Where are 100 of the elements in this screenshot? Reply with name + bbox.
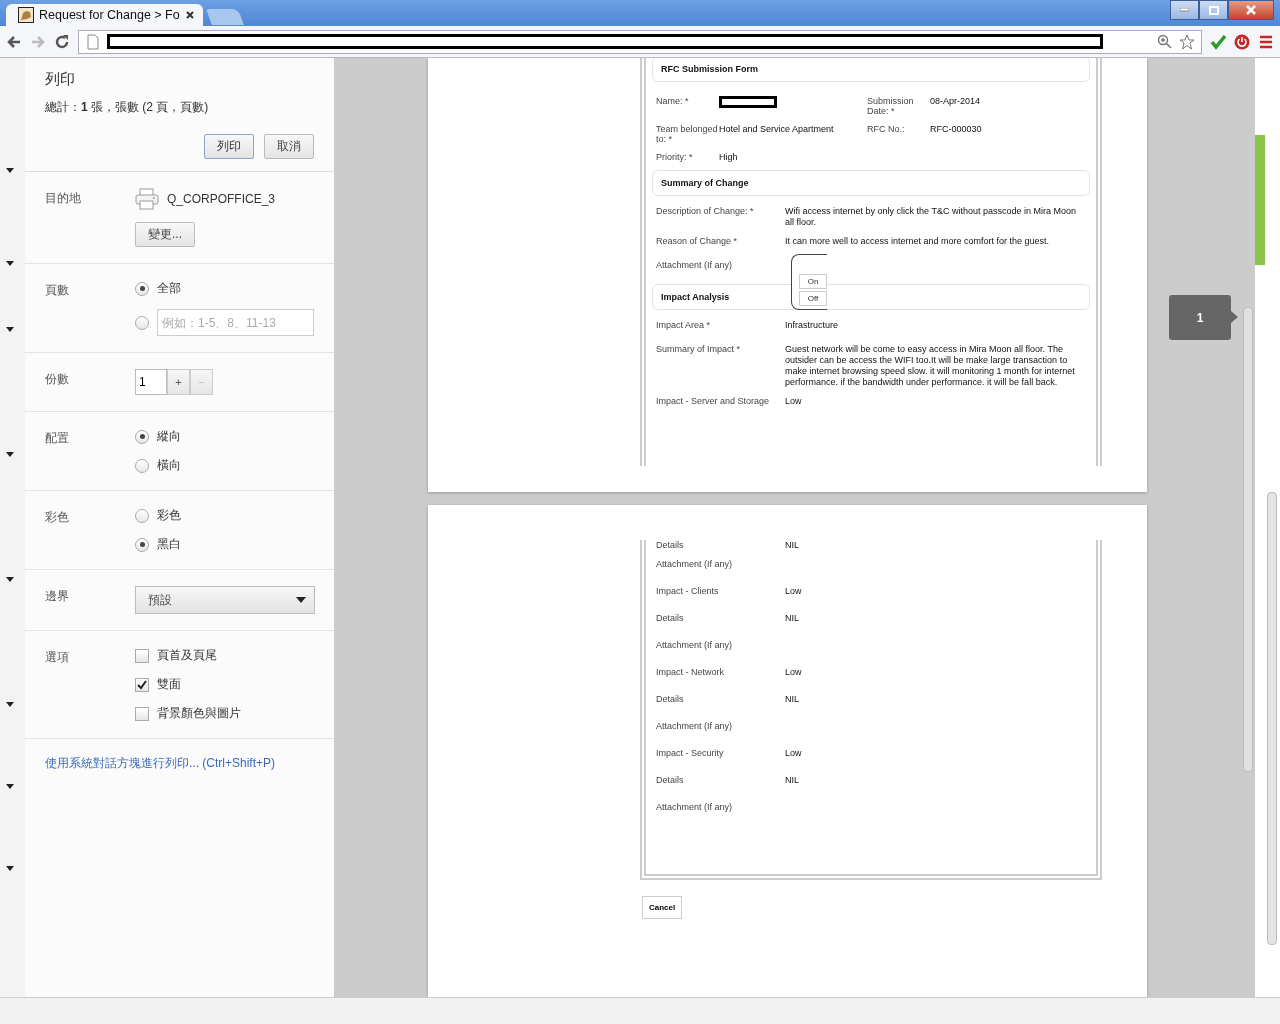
field-label: Impact - Server and Storage [656, 396, 771, 408]
section-label: 頁數 [45, 282, 70, 299]
field-value: Guest network will be come to easy access in Mira Moon all floor. The outsider can be access the WIFI too.It will be make large transaction to make internet browsing speed slow. it will monitoring 1 month for internet performance. if the bandwidth under performance. it will be fall back. [785, 344, 1075, 387]
field-label: Priority: * [656, 152, 694, 162]
radio-button[interactable] [135, 429, 149, 444]
field-label: Details [656, 775, 685, 787]
margins-dropdown[interactable]: 預設 [135, 586, 315, 614]
field-value: Wifi access internet by only click the T&C without passcode in Mira Moon all floor. [785, 206, 1076, 227]
zoom-icon [1157, 33, 1173, 50]
section-label: 選項 [45, 649, 70, 666]
field-label: Name: * [656, 96, 690, 108]
checkbox[interactable] [135, 648, 149, 663]
field-label: Details [656, 613, 685, 625]
checkmark-icon [1210, 33, 1226, 50]
system-dialog-link[interactable]: 使用系統對話方塊進行列印... (Ctrl+Shift+P) [45, 756, 276, 770]
change-button[interactable]: 變更... [135, 222, 195, 247]
option-label: 頁首及頁尾 [157, 647, 217, 664]
section-label: 目的地 [45, 190, 82, 207]
copies-field[interactable]: 1 [135, 369, 167, 395]
forward-arrow-icon [30, 33, 46, 50]
dialog-title: 列印 [45, 70, 76, 89]
field-label: Impact Area * [656, 320, 712, 332]
caret-icon [6, 702, 14, 707]
section-label: 邊界 [45, 588, 70, 605]
tab-title: Request for Change > Fo [39, 8, 180, 22]
section-heading: Summary of Change [652, 170, 1090, 196]
field-label: Details [656, 540, 685, 552]
option-label: 背景顏色與圖片 [157, 705, 241, 722]
field-label: Impact - Clients [656, 586, 720, 598]
field-label: Impact - Network [656, 667, 725, 679]
printer-icon [135, 188, 159, 210]
field-label: Attachment (If any) [656, 802, 734, 814]
field-label: Description of Change: * [656, 206, 755, 218]
power-icon [1234, 33, 1250, 50]
radio-button[interactable] [135, 508, 149, 523]
minimize-button[interactable] [1170, 0, 1199, 20]
back-arrow-icon [6, 33, 22, 50]
option-label: 彩色 [157, 507, 181, 524]
toggle-option[interactable]: On [799, 274, 827, 289]
radio-button[interactable] [135, 315, 149, 330]
field-value: It can more well to access internet and more comfort for the guest. [785, 236, 1050, 246]
page-number-badge: 1 [1169, 295, 1231, 340]
print-button[interactable]: 列印 [204, 134, 254, 159]
browser-tab[interactable]: Request for Change > Fo [6, 4, 203, 26]
badge-pointer-icon [1231, 311, 1238, 323]
option-label: 橫向 [157, 457, 181, 474]
radio-button[interactable] [135, 537, 149, 552]
section-label: 配置 [45, 430, 70, 447]
section-label: 份數 [45, 371, 70, 388]
field-label: Attachment (If any) [656, 721, 734, 733]
toggle-option[interactable]: Off [799, 291, 827, 306]
field-value: Low [785, 667, 802, 677]
printer-name: Q_CORPOFFICE_3 [167, 192, 276, 206]
field-value: NIL [785, 540, 799, 550]
address-bar[interactable] [78, 29, 1202, 54]
cancel-button[interactable]: Cancel [642, 896, 683, 919]
field-value: Low [785, 396, 802, 406]
field-value: Hotel and Service Apartment [719, 124, 835, 136]
caret-icon [6, 866, 14, 871]
field-value: Infrastructure [785, 320, 839, 330]
radio-button[interactable] [135, 281, 149, 296]
scrollbar-thumb[interactable] [1243, 307, 1253, 772]
scrollbar-thumb[interactable] [1267, 492, 1277, 945]
field-value: Low [785, 748, 802, 758]
page-range-field[interactable]: 例如：1-5、8、11-13 [157, 309, 314, 336]
field-label: RFC No.: [867, 124, 906, 136]
caret-icon [296, 597, 306, 603]
field-label: Attachment (If any) [656, 640, 734, 652]
option-label: 縱向 [157, 428, 181, 445]
maximize-icon [1208, 5, 1219, 15]
option-label: 雙面 [157, 676, 181, 693]
field-label: Submission Date: * [867, 96, 915, 116]
close-icon [1246, 5, 1256, 15]
page-icon [85, 33, 101, 50]
menu-icon [1258, 33, 1274, 50]
field-label: Reason of Change * [656, 236, 739, 248]
field-value: High [719, 152, 739, 162]
caret-icon [6, 327, 14, 332]
field-label: Impact - Security [656, 748, 725, 760]
star-icon [1179, 33, 1195, 50]
caret-icon [6, 168, 14, 173]
cancel-button[interactable]: 取消 [264, 134, 314, 159]
maximize-button[interactable] [1199, 0, 1228, 20]
field-value: NIL [785, 613, 799, 623]
caret-icon [6, 261, 14, 266]
checkbox[interactable] [135, 677, 149, 692]
checkbox[interactable] [135, 706, 149, 721]
reload-icon [54, 33, 70, 50]
field-value: NIL [785, 775, 799, 785]
close-icon [184, 10, 195, 20]
caret-icon [6, 577, 14, 582]
field-value: 08-Apr-2014 [930, 96, 982, 108]
close-button[interactable] [1228, 0, 1274, 20]
field-label: Attachment (If any) [656, 260, 734, 272]
field-value: Low [785, 586, 802, 596]
field-value: RFC-000030 [930, 124, 983, 136]
section-label: 彩色 [45, 509, 70, 526]
radio-button[interactable] [135, 458, 149, 473]
increment-button[interactable]: + [167, 369, 190, 395]
caret-icon [6, 452, 14, 457]
